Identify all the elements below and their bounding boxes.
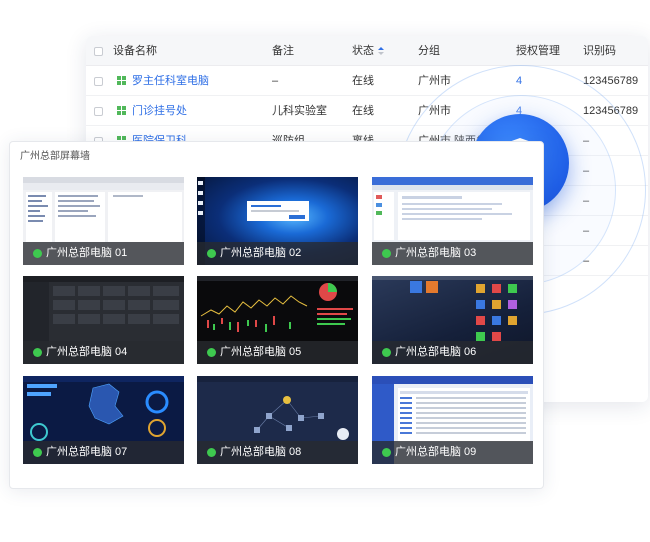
online-status-icon xyxy=(33,249,42,258)
screen-label: 广州总部电脑 09 xyxy=(395,446,477,458)
select-all-checkbox[interactable] xyxy=(94,47,103,56)
device-name-link[interactable]: 罗主任科室电脑 xyxy=(132,66,209,96)
device-status: 在线 xyxy=(352,75,374,87)
screen-thumb-04[interactable]: 广州总部电脑 04 xyxy=(23,276,184,364)
device-name-link[interactable]: 门诊挂号处 xyxy=(132,96,187,126)
device-status: 在线 xyxy=(352,105,374,117)
row-checkbox[interactable] xyxy=(94,107,103,116)
screen-thumb-01[interactable]: 广州总部电脑 01 xyxy=(23,177,184,265)
screen-thumb-06[interactable]: 广州总部电脑 06 xyxy=(372,276,533,364)
col-status[interactable]: 状态 xyxy=(352,36,384,66)
screen-label: 广州总部电脑 03 xyxy=(395,247,477,259)
table-header: 设备名称 备注 状态 分组 授权管理 识别码 xyxy=(86,36,648,66)
screen-thumb-07[interactable]: 广州总部电脑 07 xyxy=(23,376,184,464)
screen-label: 广州总部电脑 05 xyxy=(220,346,302,358)
online-status-icon xyxy=(207,348,216,357)
windows-icon xyxy=(117,106,126,115)
screen-thumb-05[interactable]: 广州总部电脑 05 xyxy=(197,276,358,364)
col-code[interactable]: 识别码 xyxy=(583,36,616,66)
device-note: – xyxy=(272,75,279,87)
windows-icon xyxy=(117,76,126,85)
device-note: 儿科实验室 xyxy=(272,105,327,117)
online-status-icon xyxy=(207,249,216,258)
online-status-icon xyxy=(33,348,42,357)
online-status-icon xyxy=(382,448,391,457)
screen-label: 广州总部电脑 06 xyxy=(395,346,477,358)
screen-label: 广州总部电脑 07 xyxy=(46,446,128,458)
sort-icon[interactable] xyxy=(378,46,384,56)
col-status-label: 状态 xyxy=(352,45,374,57)
row-checkbox[interactable] xyxy=(94,77,103,86)
screen-label: 广州总部电脑 08 xyxy=(220,446,302,458)
online-status-icon xyxy=(207,448,216,457)
screen-label: 广州总部电脑 04 xyxy=(46,346,128,358)
col-group[interactable]: 分组 xyxy=(418,36,440,66)
screen-thumb-08[interactable]: 广州总部电脑 08 xyxy=(197,376,358,464)
screen-thumb-09[interactable]: 广州总部电脑 09 xyxy=(372,376,533,464)
online-status-icon xyxy=(382,348,391,357)
screen-label: 广州总部电脑 02 xyxy=(220,247,302,259)
online-status-icon xyxy=(33,448,42,457)
col-auth[interactable]: 授权管理 xyxy=(516,36,560,66)
screen-thumb-02[interactable]: 广州总部电脑 02 xyxy=(197,177,358,265)
screen-label: 广州总部电脑 01 xyxy=(46,247,128,259)
col-device-name[interactable]: 设备名称 xyxy=(113,36,157,66)
screen-thumb-03[interactable]: 广州总部电脑 03 xyxy=(372,177,533,265)
online-status-icon xyxy=(382,249,391,258)
col-note[interactable]: 备注 xyxy=(272,36,294,66)
panel-title: 广州总部屏幕墙 xyxy=(20,151,90,162)
screen-wall-panel: 广州总部屏幕墙 广州总部电脑 01 广州总部电脑 02 广州总部电脑 03 广州… xyxy=(9,141,544,489)
